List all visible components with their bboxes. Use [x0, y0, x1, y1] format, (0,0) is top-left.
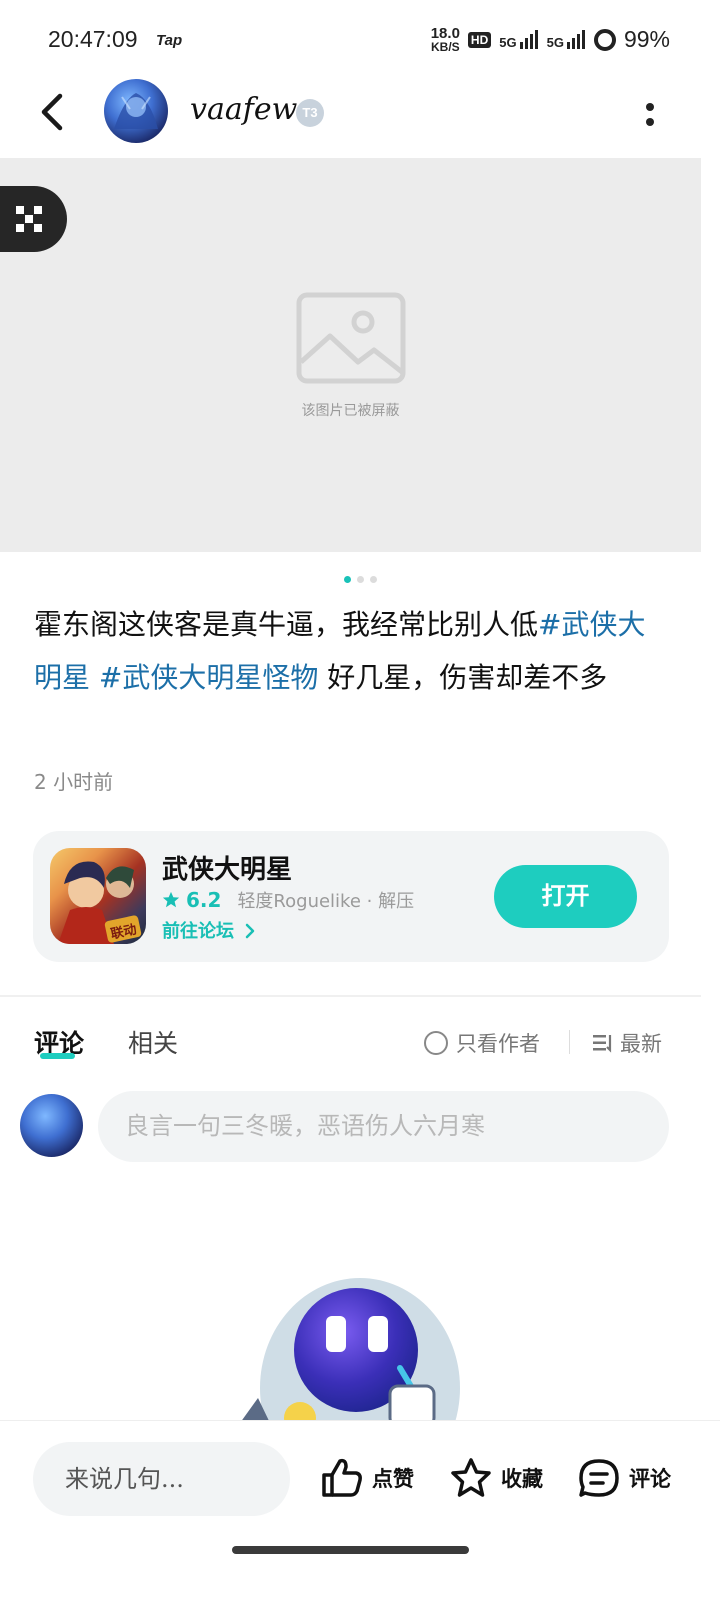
net-speed: 18.0 KB/S	[431, 26, 460, 53]
filter-divider	[569, 1030, 570, 1054]
page-dot-active	[343, 576, 351, 583]
comment-input[interactable]: 良言一句三冬暖，恶语伤人六月寒	[98, 1091, 669, 1162]
post-header: vaafew T3	[0, 72, 720, 154]
game-icon-art: 联动	[58, 861, 142, 944]
thumbs-up-icon	[322, 1458, 362, 1497]
section-divider	[0, 995, 701, 997]
post-text-part: 好几星，伤害却差不多	[318, 661, 608, 694]
game-icon[interactable]: 联动	[50, 848, 146, 944]
image-blocked-text: 该图片已被屏蔽	[301, 403, 400, 419]
page-dot	[356, 576, 364, 583]
star-outline-icon	[451, 1458, 491, 1497]
status-indicators: 18.0 KB/S HD 5G 5G 99%	[431, 26, 670, 53]
battery-icon	[593, 28, 616, 51]
more-vertical-icon	[646, 102, 654, 111]
avatar-art	[114, 93, 158, 129]
empty-state-mascot-illustration	[240, 1278, 460, 1423]
qr-code-icon	[15, 206, 42, 232]
battery-level: 99%	[623, 26, 670, 52]
post-image-carousel[interactable]: 该图片已被屏蔽	[0, 158, 701, 552]
star-icon	[162, 891, 180, 908]
author-only-label: 只看作者	[456, 1032, 540, 1056]
like-label: 点赞	[372, 1467, 414, 1491]
signal-icon: 5G	[499, 29, 538, 50]
hashtag-link[interactable]: #武侠大明星怪物	[99, 661, 318, 694]
post-text-part: 霍东阁这侠客是真牛逼，我经常比别人低	[34, 608, 539, 641]
home-indicator[interactable]	[232, 1546, 469, 1554]
sort-button[interactable]: 最新	[592, 1028, 662, 1058]
game-card[interactable]: 联动 武侠大明星 6.2 轻度Roguelike · 解压 前往论坛 打开	[33, 831, 669, 962]
comment-tabs: 评论 相关 只看作者 最新	[0, 1020, 701, 1070]
author-avatar[interactable]	[104, 79, 168, 143]
favorite-button[interactable]: 收藏	[449, 1457, 543, 1499]
net-speed-unit: KB/S	[430, 40, 460, 54]
quick-comment-input[interactable]: 来说几句...	[33, 1442, 290, 1516]
game-rating: 6.2	[186, 888, 222, 912]
net-speed-value: 18.0	[430, 25, 460, 42]
favorite-label: 收藏	[501, 1467, 543, 1491]
signal-icon-2: 5G	[547, 29, 586, 50]
post-timestamp: 2 小时前	[34, 770, 114, 794]
carousel-page-indicator	[0, 576, 720, 583]
bottom-action-bar: 来说几句... 点赞 收藏 评论	[0, 1420, 720, 1610]
tap-app-badge: Tap	[156, 32, 183, 49]
hd-icon: HD	[467, 31, 492, 48]
comment-label: 评论	[629, 1467, 671, 1491]
author-username[interactable]: vaafew	[190, 92, 297, 127]
status-time: 20:47:09	[48, 26, 138, 52]
tab-active-indicator	[40, 1053, 75, 1059]
back-button[interactable]	[30, 90, 74, 134]
comment-button[interactable]: 评论	[577, 1457, 671, 1499]
game-meta: 6.2 轻度Roguelike · 解压	[162, 887, 414, 913]
like-button[interactable]: 点赞	[320, 1457, 414, 1499]
sort-icon	[593, 1035, 612, 1053]
sort-label: 最新	[620, 1032, 662, 1056]
tab-related[interactable]: 相关	[128, 1024, 178, 1060]
game-tags: 轻度Roguelike · 解压	[237, 891, 415, 912]
open-game-button[interactable]: 打开	[494, 865, 637, 928]
forum-link[interactable]: 前往论坛	[162, 917, 256, 943]
chevron-left-icon	[41, 93, 63, 131]
more-options-button[interactable]	[632, 94, 668, 134]
my-avatar	[20, 1094, 83, 1157]
level-badge: T3	[296, 99, 324, 127]
forum-link-label: 前往论坛	[162, 921, 234, 942]
comment-bubble-icon	[579, 1459, 619, 1497]
author-only-filter[interactable]: 只看作者	[424, 1028, 540, 1058]
radio-icon	[424, 1031, 448, 1055]
post-content: 霍东阁这侠客是真牛逼，我经常比别人低#武侠大明星 #武侠大明星怪物 好几星，伤害…	[34, 598, 664, 704]
page-dot	[369, 576, 377, 583]
game-title[interactable]: 武侠大明星	[162, 849, 292, 886]
chevron-right-icon	[246, 923, 255, 939]
image-placeholder-icon	[296, 292, 406, 384]
qr-code-button[interactable]	[0, 186, 67, 252]
